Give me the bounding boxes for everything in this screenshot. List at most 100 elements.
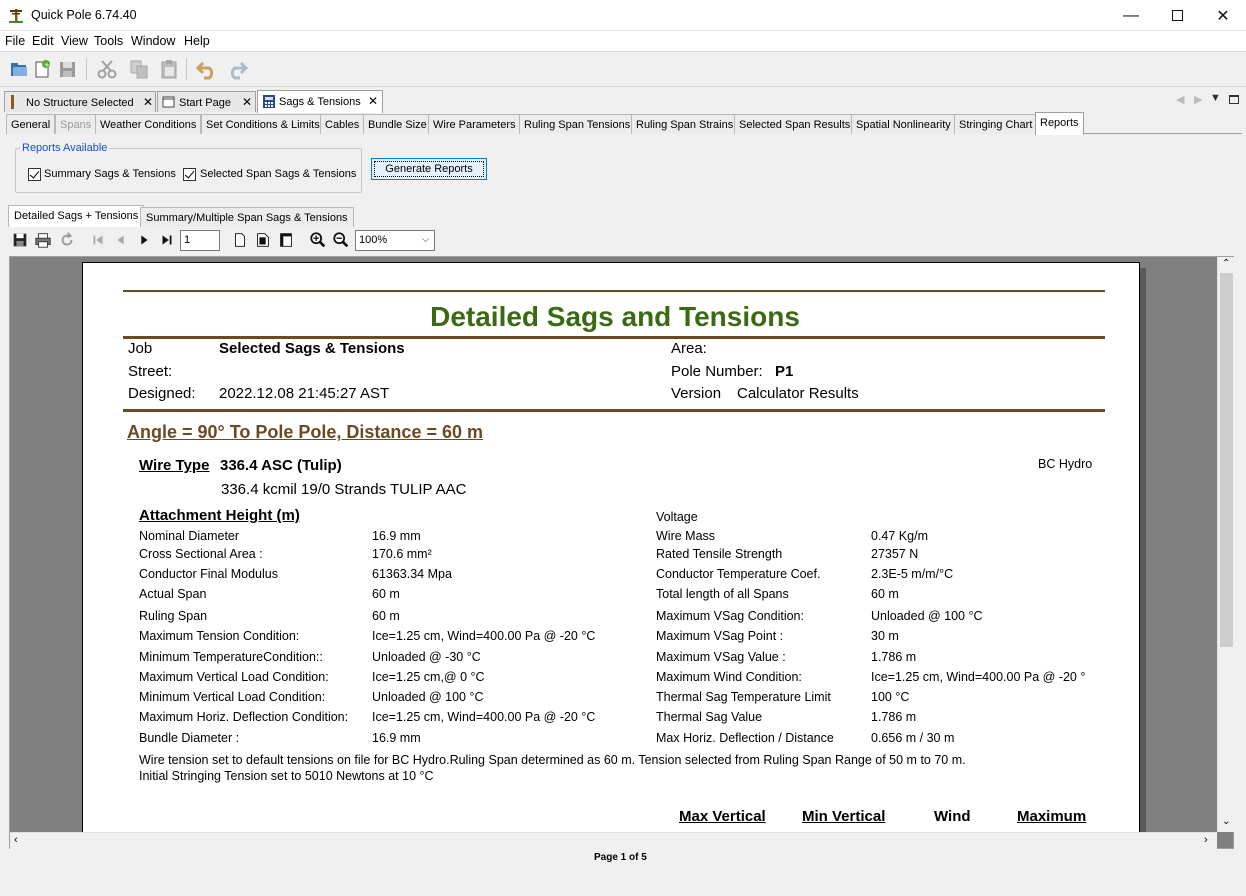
- scroll-tabs-left-icon[interactable]: ◀: [1176, 93, 1184, 106]
- report-viewer-toolbar: 1 100% ⌵: [8, 228, 1238, 253]
- tab-set-conditions-limits[interactable]: Set Conditions & Limits: [201, 114, 325, 134]
- copy-icon[interactable]: [127, 57, 151, 81]
- minimize-button[interactable]: —: [1108, 0, 1154, 31]
- property-value: 170.6 mm²: [372, 547, 432, 561]
- scroll-left-icon[interactable]: ‹: [14, 834, 18, 846]
- close-tab-icon[interactable]: ✕: [368, 94, 378, 108]
- last-page-icon[interactable]: [157, 230, 177, 250]
- scroll-down-icon[interactable]: ⌄: [1222, 816, 1230, 827]
- report-viewer: Detailed Sags and Tensions Job Selected …: [9, 256, 1234, 849]
- menu-tools[interactable]: Tools: [94, 34, 123, 48]
- save-icon[interactable]: [56, 57, 80, 81]
- reports-available-legend: Reports Available: [20, 142, 110, 154]
- redo-icon[interactable]: [225, 57, 249, 81]
- calculator-icon: [263, 95, 275, 108]
- property-value: Unloaded @ 100 °C: [372, 690, 484, 704]
- tab-ruling-span-strains[interactable]: Ruling Span Strains: [631, 114, 739, 134]
- tab-start-page[interactable]: Start Page ✕: [157, 91, 256, 112]
- utility-name: BC Hydro: [1038, 457, 1093, 471]
- property-value: 27357 N: [871, 547, 919, 561]
- cut-icon[interactable]: [95, 57, 119, 81]
- property-value: 30 m: [871, 629, 899, 643]
- designed-value: 2022.12.08 21:45:27 AST: [219, 385, 390, 402]
- first-page-icon[interactable]: [88, 230, 108, 250]
- tab-no-structure-selected[interactable]: No Structure Selected ✕: [4, 91, 156, 112]
- menu-edit[interactable]: Edit: [32, 34, 54, 48]
- menu-window[interactable]: Window: [131, 34, 175, 48]
- zoom-value: 100%: [359, 234, 388, 246]
- property-label: Cross Sectional Area :: [139, 547, 263, 561]
- toolbar-separator: [86, 58, 87, 80]
- tab-list-dropdown-icon[interactable]: ▼: [1210, 92, 1221, 104]
- tab-selected-span-results[interactable]: Selected Span Results: [734, 114, 856, 134]
- vertical-scrollbar[interactable]: ⌃ ⌄: [1217, 257, 1234, 832]
- zoom-out-icon[interactable]: [331, 230, 351, 250]
- tab-ruling-span-tensions[interactable]: Ruling Span Tensions: [519, 114, 636, 134]
- maximize-button[interactable]: [1154, 0, 1200, 31]
- next-page-icon[interactable]: [134, 230, 154, 250]
- property-label: Bundle Diameter :: [139, 731, 240, 745]
- whole-page-icon[interactable]: [276, 230, 296, 250]
- new-file-icon[interactable]: +: [30, 57, 54, 81]
- save-report-icon[interactable]: [10, 230, 30, 250]
- tab-spatial-nonlinearity[interactable]: Spatial Nonlinearity: [851, 114, 956, 134]
- tab-spans[interactable]: Spans: [55, 114, 97, 134]
- menu-file[interactable]: File: [5, 34, 25, 48]
- open-folder-icon[interactable]: [8, 57, 32, 81]
- stringing-tension-note: Initial Stringing Tension set to 5010 Ne…: [139, 769, 434, 783]
- print-icon[interactable]: [33, 230, 53, 250]
- scroll-tabs-right-icon[interactable]: ▶: [1194, 93, 1202, 106]
- property-value: 1.786 m: [871, 650, 917, 664]
- tab-general[interactable]: General: [6, 114, 56, 134]
- restore-panel-icon[interactable]: [1229, 95, 1239, 104]
- page-width-icon[interactable]: [253, 230, 273, 250]
- area-label: Area:: [671, 340, 707, 357]
- vertical-scroll-thumb[interactable]: [1220, 273, 1233, 647]
- paste-icon[interactable]: [157, 57, 181, 81]
- page-number-input[interactable]: 1: [180, 230, 220, 251]
- summary-sags-label[interactable]: Summary Sags & Tensions: [44, 168, 176, 180]
- single-page-icon[interactable]: [230, 230, 250, 250]
- undo-icon[interactable]: [195, 57, 219, 81]
- zoom-select[interactable]: 100% ⌵: [355, 230, 435, 251]
- property-value: 60 m: [372, 609, 400, 623]
- close-button[interactable]: ✕: [1200, 0, 1246, 31]
- header-bottom-rule: [123, 409, 1105, 412]
- tab-label: No Structure Selected: [26, 97, 134, 109]
- scroll-up-icon[interactable]: ⌃: [1222, 258, 1230, 269]
- tab-cables[interactable]: Cables: [320, 114, 365, 134]
- property-label: Conductor Final Modulus: [139, 567, 278, 581]
- summary-sags-checkbox[interactable]: [28, 168, 41, 181]
- property-value: 0.656 m / 30 m: [871, 731, 955, 745]
- menu-help[interactable]: Help: [184, 34, 210, 48]
- tab-summary-multiple-span[interactable]: Summary/Multiple Span Sags & Tensions: [140, 207, 354, 227]
- tension-note: Wire tension set to default tensions on …: [139, 753, 966, 767]
- close-tab-icon[interactable]: ✕: [242, 95, 252, 109]
- tab-reports[interactable]: Reports: [1035, 112, 1084, 135]
- tab-detailed-sags-tensions[interactable]: Detailed Sags + Tensions: [8, 205, 145, 227]
- close-tab-icon[interactable]: ✕: [143, 95, 153, 109]
- refresh-icon[interactable]: [57, 230, 77, 250]
- tab-sags-tensions[interactable]: Sags & Tensions ✕: [257, 90, 383, 113]
- tab-weather-conditions[interactable]: Weather Conditions: [95, 114, 202, 134]
- scroll-right-icon[interactable]: ›: [1204, 834, 1208, 846]
- property-value: 60 m: [372, 587, 400, 601]
- tab-label: Start Page: [179, 97, 231, 109]
- property-value: 2.3E-5 m/m/°C: [871, 567, 954, 581]
- tab-bundle-size[interactable]: Bundle Size: [363, 114, 432, 134]
- property-value: Ice=1.25 cm, Wind=400.00 Pa @ -20 °: [871, 670, 1086, 684]
- selected-span-sags-checkbox[interactable]: [183, 168, 196, 181]
- previous-page-icon[interactable]: [111, 230, 131, 250]
- property-value: 60 m: [871, 587, 899, 601]
- tab-wire-parameters[interactable]: Wire Parameters: [428, 114, 521, 134]
- selected-span-sags-label[interactable]: Selected Span Sags & Tensions: [200, 168, 356, 180]
- minimize-icon: —: [1123, 6, 1139, 24]
- generate-reports-button[interactable]: Generate Reports: [371, 158, 487, 180]
- title-bar: Quick Pole 6.74.40 — ✕: [0, 0, 1246, 31]
- viewer-status-bar: Page 1 of 5: [0, 849, 1246, 896]
- horizontal-scrollbar[interactable]: ‹ ›: [10, 832, 1217, 849]
- zoom-in-icon[interactable]: [308, 230, 328, 250]
- menu-view[interactable]: View: [61, 34, 88, 48]
- tab-stringing-chart[interactable]: Stringing Chart: [954, 114, 1038, 134]
- designed-label: Designed:: [128, 385, 196, 402]
